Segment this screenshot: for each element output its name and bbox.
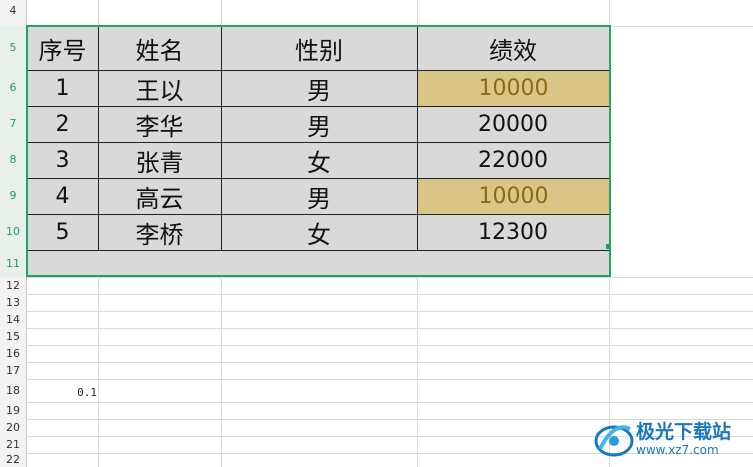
fill-handle[interactable]: [606, 244, 611, 249]
row-header-22[interactable]: 22: [0, 453, 27, 467]
row-header-5[interactable]: 5: [0, 26, 27, 70]
row-header-20[interactable]: 20: [0, 419, 27, 436]
cell-value-row18[interactable]: 0.1: [40, 386, 97, 404]
row-header-21[interactable]: 21: [0, 436, 27, 453]
row-header-4[interactable]: 4: [0, 0, 27, 26]
table-border: [27, 214, 609, 215]
table-border: [417, 26, 418, 250]
cell-seq-row2[interactable]: 2: [27, 106, 98, 142]
cell-name-row1[interactable]: 王以: [98, 70, 221, 106]
watermark-title: 极光下载站: [636, 421, 732, 443]
table-border: [221, 26, 222, 250]
cell-name-row4[interactable]: 高云: [98, 178, 221, 214]
row-header-14[interactable]: 14: [0, 311, 27, 328]
cell-seq-row3[interactable]: 3: [27, 142, 98, 178]
cell-perf-row4[interactable]: 10000: [418, 179, 609, 214]
table-border: [27, 106, 609, 107]
cell-gender-row1[interactable]: 男: [221, 70, 417, 106]
table-border: [27, 250, 609, 251]
cell-name-row5[interactable]: 李桥: [98, 214, 221, 250]
cell-gender-row4[interactable]: 男: [221, 178, 417, 214]
row-divider: [27, 328, 753, 329]
row-header-16[interactable]: 16: [0, 345, 27, 362]
header-seq[interactable]: 序号: [27, 26, 98, 70]
row-header-13[interactable]: 13: [0, 294, 27, 311]
watermark-logo: 极光下载站 www.xz7.com: [592, 412, 752, 466]
row-header-6[interactable]: 6: [0, 70, 27, 106]
cell-perf-row3[interactable]: 22000: [417, 142, 609, 178]
row-header-12[interactable]: 12: [0, 277, 27, 294]
row-header-18[interactable]: 18: [0, 379, 27, 402]
row-header-19[interactable]: 19: [0, 402, 27, 419]
cell-seq-row5[interactable]: 5: [27, 214, 98, 250]
row-divider: [27, 311, 753, 312]
cell-seq-row1[interactable]: 1: [27, 70, 98, 106]
cell-gender-row3[interactable]: 女: [221, 142, 417, 178]
table-border: [27, 70, 609, 71]
header-performance[interactable]: 绩效: [417, 26, 609, 70]
watermark-url: www.xz7.com: [636, 443, 719, 457]
row-header-15[interactable]: 15: [0, 328, 27, 345]
spreadsheet-grid[interactable]: 4 5 6 7 8 9 10 11 12 13 14 15 16 17 18 1…: [0, 0, 753, 467]
cell-perf-row2[interactable]: 20000: [417, 106, 609, 142]
cell-perf-row1[interactable]: 10000: [418, 71, 609, 106]
row-divider: [27, 379, 753, 380]
row-header-11[interactable]: 11: [0, 250, 27, 277]
row-divider: [27, 345, 753, 346]
col-divider: [609, 0, 610, 467]
table-border: [27, 178, 609, 179]
cell-gender-row5[interactable]: 女: [221, 214, 417, 250]
row-header-10[interactable]: 10: [0, 214, 27, 250]
cell-seq-row4[interactable]: 4: [27, 178, 98, 214]
row-header-8[interactable]: 8: [0, 142, 27, 178]
row-header-9[interactable]: 9: [0, 178, 27, 214]
cell-gender-row2[interactable]: 男: [221, 106, 417, 142]
row-divider: [27, 402, 753, 403]
row-header-17[interactable]: 17: [0, 362, 27, 379]
row-divider: [27, 277, 753, 278]
table-border: [98, 26, 99, 250]
row-divider: [27, 362, 753, 363]
aurora-logo-icon: [594, 425, 634, 457]
cell-name-row2[interactable]: 李华: [98, 106, 221, 142]
cell-perf-row5[interactable]: 12300: [417, 214, 609, 250]
row-header-7[interactable]: 7: [0, 106, 27, 142]
cell-name-row3[interactable]: 张青: [98, 142, 221, 178]
table-border: [27, 142, 609, 143]
header-gender[interactable]: 性别: [221, 26, 417, 70]
row-divider: [27, 294, 753, 295]
header-name[interactable]: 姓名: [98, 26, 221, 70]
